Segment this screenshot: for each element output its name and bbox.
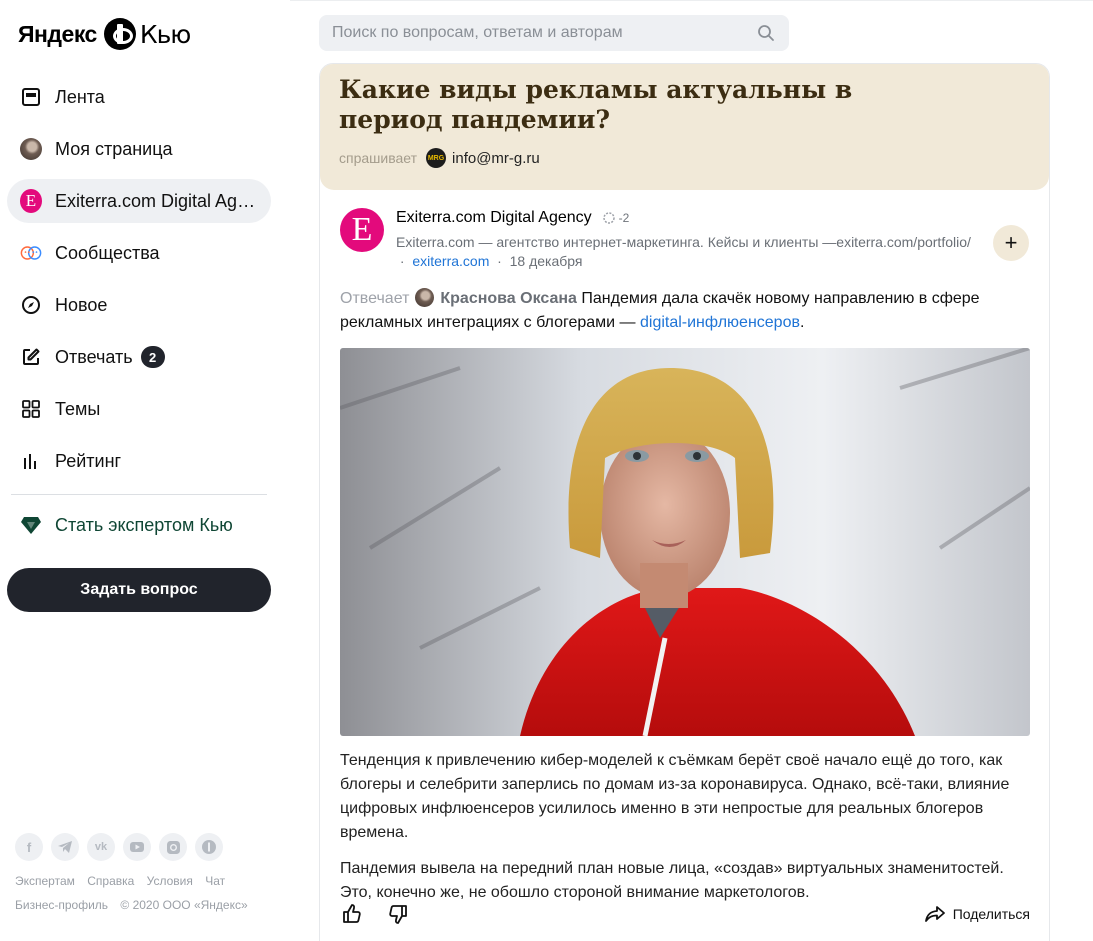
youtube-icon[interactable] bbox=[123, 833, 151, 861]
author-avatar[interactable]: E bbox=[340, 208, 384, 252]
answers-label: Отвечает bbox=[340, 290, 410, 307]
separator-dot: · bbox=[497, 253, 502, 269]
sidebar-item-topics[interactable]: Темы bbox=[7, 387, 271, 431]
sidebar-item-label: Рейтинг bbox=[55, 450, 122, 471]
footer-copyright: © 2020 ООО «Яндекс» bbox=[120, 898, 248, 912]
author-bio: Exiterra.com — агентство интернет-маркет… bbox=[396, 234, 971, 250]
logo-yandex-text: Яндекс bbox=[18, 20, 97, 47]
asked-label: спрашивает bbox=[339, 150, 418, 166]
author-name[interactable]: Exiterra.com Digital Agency bbox=[396, 209, 592, 227]
answer-block: E Exiterra.com Digital Agency -2 Exiterr… bbox=[320, 190, 1049, 905]
telegram-icon[interactable] bbox=[51, 833, 79, 861]
share-button[interactable]: Поделиться bbox=[924, 905, 1030, 923]
grid-icon bbox=[20, 398, 42, 420]
answerer-name[interactable]: Краснова Оксана bbox=[440, 290, 577, 307]
dislike-icon[interactable] bbox=[386, 902, 410, 926]
sidebar-item-rating[interactable]: Рейтинг bbox=[7, 439, 271, 483]
facebook-icon[interactable]: f bbox=[15, 833, 43, 861]
influencers-link[interactable]: digital-инфлюенсеров bbox=[640, 314, 800, 331]
like-icon[interactable] bbox=[340, 902, 364, 926]
author-description: Exiterra.com — агентство интернет-маркет… bbox=[396, 233, 996, 271]
search-bar bbox=[319, 15, 789, 51]
sidebar-item-label: Лента bbox=[55, 86, 105, 107]
question-header: Какие виды рекламы актуальны в период па… bbox=[320, 64, 1049, 190]
rating-icon bbox=[20, 450, 42, 472]
answer-date: 18 декабря bbox=[509, 253, 583, 269]
sidebar-item-label: Темы bbox=[55, 398, 101, 419]
rating-star-icon bbox=[602, 212, 615, 224]
edit-icon bbox=[20, 346, 42, 368]
zen-icon[interactable] bbox=[195, 833, 223, 861]
answer-intro: Отвечает Краснова Оксана Пандемия дала ск… bbox=[340, 288, 980, 331]
feed-icon bbox=[20, 86, 42, 108]
search-icon[interactable] bbox=[757, 24, 775, 42]
asker-name[interactable]: info@mr-g.ru bbox=[452, 150, 540, 167]
follow-button[interactable]: + bbox=[993, 225, 1029, 261]
rating-value: -2 bbox=[618, 211, 630, 225]
compass-icon bbox=[20, 294, 42, 316]
footer-link-chat[interactable]: Чат bbox=[205, 874, 225, 888]
logo-product-text: Кью bbox=[139, 19, 192, 49]
yandex-q-logo[interactable]: Яндекс Кью bbox=[18, 18, 192, 50]
sidebar-nav: Лента Моя страница E Exiterra.com Digita… bbox=[7, 75, 271, 491]
sidebar-item-answer[interactable]: Отвечать 2 bbox=[7, 335, 271, 379]
sidebar-item-my-page[interactable]: Моя страница bbox=[7, 127, 271, 171]
answer-paragraph: Тенденция к привлечению кибер-моделей к … bbox=[340, 752, 1010, 841]
top-divider bbox=[290, 0, 1093, 1]
answerer-avatar bbox=[415, 288, 435, 307]
footer-link-business[interactable]: Бизнес-профиль bbox=[15, 898, 108, 912]
author-row: Exiterra.com Digital Agency -2 bbox=[396, 209, 996, 227]
vk-icon[interactable]: vk bbox=[87, 833, 115, 861]
sidebar-item-exiterra[interactable]: E Exiterra.com Digital Agency bbox=[7, 179, 271, 223]
answer-actions: Поделиться bbox=[340, 902, 1030, 926]
ask-question-button[interactable]: Задать вопрос bbox=[7, 568, 271, 612]
sidebar-item-label: Отвечать bbox=[55, 346, 133, 367]
user-avatar bbox=[20, 138, 42, 160]
become-expert-link[interactable]: Стать экспертом Кью bbox=[20, 514, 233, 536]
sidebar-item-communities[interactable]: Сообщества bbox=[7, 231, 271, 275]
author-site-link[interactable]: exiterra.com bbox=[412, 253, 489, 269]
author-rating: -2 bbox=[602, 211, 630, 225]
sidebar-item-label: Новое bbox=[55, 294, 108, 315]
question-meta: спрашивает MRG info@mr-g.ru bbox=[339, 148, 1029, 168]
sidebar-divider bbox=[11, 494, 267, 495]
question-title[interactable]: Какие виды рекламы актуальны в период па… bbox=[339, 75, 939, 135]
footer-link-terms[interactable]: Условия bbox=[147, 874, 193, 888]
search-input[interactable] bbox=[319, 15, 739, 51]
share-icon bbox=[924, 906, 945, 922]
answer-paragraph: Пандемия вывела на передний план новые л… bbox=[340, 860, 1004, 901]
social-links: f vk bbox=[15, 833, 231, 861]
separator-dot: · bbox=[399, 253, 405, 269]
sidebar-item-label: Моя страница bbox=[55, 138, 173, 159]
sidebar-item-feed[interactable]: Лента bbox=[7, 75, 271, 119]
become-expert-label: Стать экспертом Кью bbox=[55, 514, 233, 535]
footer-link-experts[interactable]: Экспертам bbox=[15, 874, 75, 888]
instagram-icon[interactable] bbox=[159, 833, 187, 861]
answer-image bbox=[340, 348, 1030, 736]
exiterra-avatar: E bbox=[20, 189, 42, 213]
footer-link-help[interactable]: Справка bbox=[87, 874, 134, 888]
answer-author-header: E Exiterra.com Digital Agency -2 Exiterr… bbox=[340, 208, 1029, 271]
footer-links: Экспертам Справка Условия Чат Бизнес-про… bbox=[15, 869, 257, 917]
sidebar-item-label: Сообщества bbox=[55, 242, 160, 263]
share-label: Поделиться bbox=[952, 906, 1030, 922]
question-card: Какие виды рекламы актуальны в период па… bbox=[319, 63, 1050, 941]
sidebar-item-new[interactable]: Новое bbox=[7, 283, 271, 327]
notification-badge: 2 bbox=[140, 346, 165, 368]
communities-icon bbox=[20, 242, 42, 264]
q-logo-icon bbox=[103, 18, 136, 50]
asker-avatar: MRG bbox=[426, 148, 447, 168]
sidebar-item-label: Exiterra.com Digital Agency bbox=[55, 190, 265, 211]
diamond-icon bbox=[20, 514, 42, 536]
